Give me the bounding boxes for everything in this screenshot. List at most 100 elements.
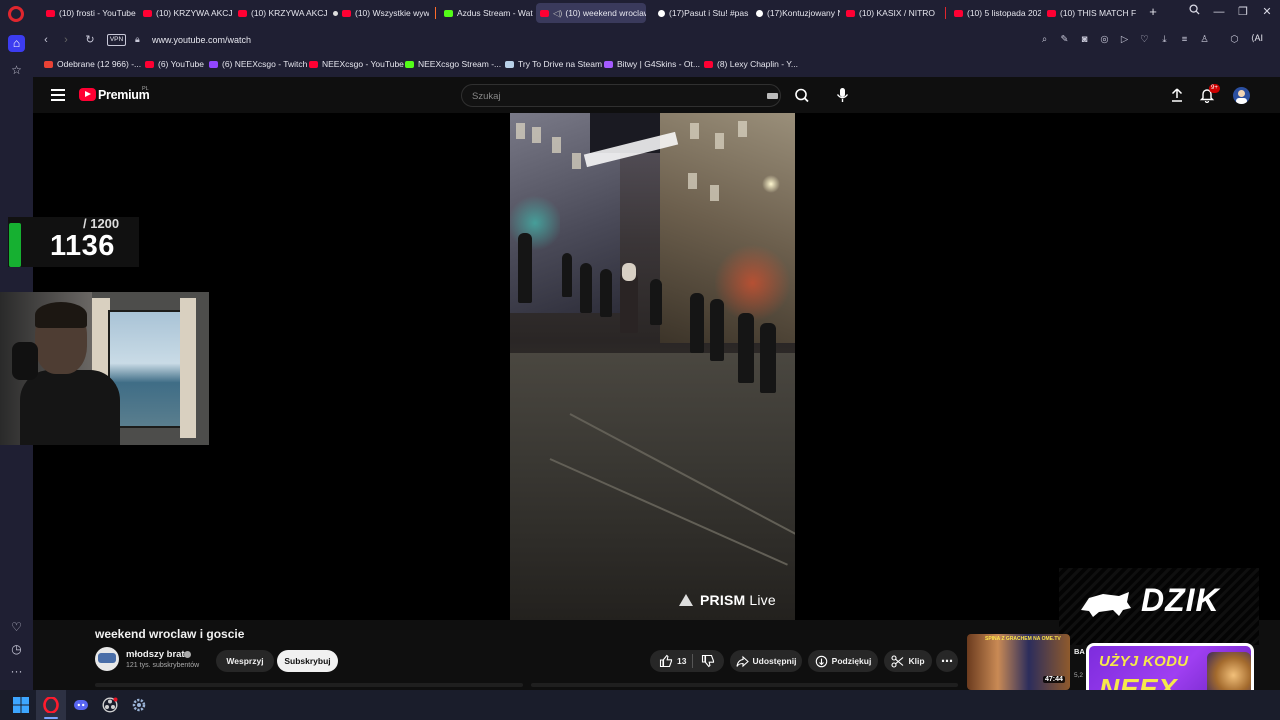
keyboard-icon[interactable]: [767, 93, 778, 99]
youtube-icon: [143, 9, 152, 17]
shield-icon[interactable]: ◎: [1098, 33, 1111, 46]
bookmark-item[interactable]: (6) NEEXcsgo - Twitch: [209, 59, 307, 69]
opera-taskbar-icon[interactable]: [43, 696, 59, 714]
video-frame[interactable]: PRISM Live: [510, 113, 795, 620]
maximize-icon[interactable]: ❐: [1233, 4, 1253, 20]
discord-taskbar-icon[interactable]: [73, 697, 89, 713]
heart-icon[interactable]: ♡: [1138, 33, 1151, 46]
back-arrow-icon[interactable]: ‹: [38, 32, 54, 48]
browser-tab[interactable]: (10) KRZYWA AKCJA: [139, 3, 232, 23]
camera-icon[interactable]: ◙: [1078, 33, 1091, 46]
steam-icon: [505, 60, 514, 68]
browser-tab[interactable]: (10) 5 listopada 2025: [950, 3, 1041, 23]
video-dancer: [622, 263, 636, 281]
history-clock-icon[interactable]: ◷: [8, 641, 25, 658]
bookmark-item[interactable]: Try To Drive na Steam: [505, 59, 602, 69]
recommended-video-title[interactable]: BA: [1074, 647, 1085, 656]
account-avatar[interactable]: [1233, 87, 1250, 104]
bookmark-item[interactable]: Bitwy | G4Skins - Ot...: [604, 59, 700, 69]
home-icon[interactable]: ⌂: [8, 35, 25, 52]
extension-cube-icon[interactable]: ⬡: [1228, 33, 1241, 46]
thumbs-down-icon[interactable]: [701, 654, 715, 668]
share-button[interactable]: Udostępnij: [730, 650, 802, 672]
vpn-badge[interactable]: VPN: [107, 34, 126, 46]
scissors-icon: [891, 654, 904, 668]
tab-bar: (10) frosti - YouTube (10) KRZYWA AKCJA …: [0, 0, 1280, 27]
video-title: weekend wroclaw i goscie: [95, 627, 245, 641]
tab-search-icon[interactable]: [1184, 4, 1204, 20]
play-icon[interactable]: ▷: [1118, 33, 1131, 46]
hamburger-menu-icon[interactable]: [51, 89, 65, 101]
star-icon[interactable]: ☆: [8, 62, 25, 79]
forward-arrow-icon[interactable]: ›: [58, 32, 74, 48]
video-pavement: [510, 353, 795, 620]
subscriber-count: 121 tys. subskrybentów: [126, 662, 200, 669]
browser-tab[interactable]: (10) frosti - YouTube: [42, 3, 138, 23]
search-icon[interactable]: ⌕: [1038, 33, 1051, 46]
video-window: [690, 123, 699, 139]
reload-icon[interactable]: ↻: [82, 32, 98, 48]
youtube-logo-icon[interactable]: [79, 88, 96, 101]
browser-tab[interactable]: (17)Pasut i Stu! #pas: [654, 3, 750, 23]
support-button[interactable]: Wesprzyj: [216, 650, 274, 672]
bookmark-item[interactable]: (8) Lexy Chaplin - Y...: [704, 59, 798, 69]
bookmark-item[interactable]: NEEXcsgo Stream -...: [405, 59, 501, 69]
browser-tab[interactable]: (10) KRZYWA AKCJA: [234, 3, 327, 23]
menu-lines-icon[interactable]: ≡: [1178, 33, 1191, 46]
edit-icon[interactable]: ✎: [1058, 33, 1071, 46]
bookmark-item[interactable]: (6) YouTube: [145, 59, 204, 69]
clip-button[interactable]: Klip: [884, 650, 932, 672]
video-person: [650, 279, 662, 325]
obs-taskbar-icon[interactable]: [102, 697, 118, 713]
search-box[interactable]: [461, 84, 781, 107]
video-person: [760, 323, 776, 393]
windows-start-icon[interactable]: [13, 697, 29, 713]
video-player[interactable]: PRISM Live / 1200 1136 DZIK: [0, 113, 1280, 645]
youtube-icon: [704, 60, 713, 68]
heart-icon[interactable]: ♡: [8, 619, 25, 636]
browser-tab[interactable]: (10) Wszystkie wywia: [329, 3, 429, 23]
boar-logo-icon: [1081, 592, 1131, 617]
youtube-icon: [46, 9, 55, 17]
youtube-icon: [1047, 9, 1056, 17]
download-icon[interactable]: ⤓: [1158, 33, 1171, 46]
browser-tab[interactable]: Azdus Stream - Watc: [440, 3, 533, 23]
search-input[interactable]: [472, 89, 752, 103]
more-actions-icon[interactable]: ⋯: [936, 650, 958, 672]
audio-dot-icon: [333, 10, 338, 16]
thanks-button[interactable]: Podziękuj: [808, 650, 878, 672]
voice-search-button[interactable]: [830, 84, 854, 107]
description-box-edge: [95, 683, 523, 687]
close-window-icon[interactable]: ✕: [1257, 4, 1277, 20]
browser-tab[interactable]: (17)Kontuzjowany Ni: [752, 3, 840, 23]
subscribe-button[interactable]: Subskrybuj: [277, 650, 338, 672]
aria-ai-button[interactable]: ⟨AI: [1251, 33, 1263, 44]
opera-logo-icon[interactable]: [8, 6, 24, 22]
profile-icon[interactable]: ♙: [1198, 33, 1211, 46]
upload-icon[interactable]: [1169, 87, 1185, 103]
settings-gear-icon[interactable]: [131, 697, 147, 713]
gmail-icon: [44, 60, 53, 68]
bookmark-item[interactable]: Odebrane (12 966) -...: [44, 59, 141, 69]
like-dislike-bar[interactable]: 13: [650, 650, 724, 672]
browser-tab[interactable]: (10) THIS MATCH FE: [1043, 3, 1136, 23]
channel-avatar[interactable]: [95, 647, 119, 671]
video-street-lamp: [762, 175, 780, 193]
thumbs-up-icon[interactable]: [659, 654, 673, 668]
counter-value: 1136: [50, 230, 115, 262]
speaker-icon[interactable]: ◁): [553, 8, 562, 19]
more-dots-icon[interactable]: ···: [8, 663, 25, 680]
minimize-icon[interactable]: —: [1209, 4, 1229, 20]
g4skins-icon: [604, 60, 613, 68]
channel-name[interactable]: młodszy brat: [126, 649, 185, 660]
browser-tab-active[interactable]: ◁) (10) weekend wroclaw: [536, 3, 646, 23]
region-code: PL: [142, 86, 149, 92]
youtube-page: Premium PL 9+: [0, 77, 1280, 715]
search-button[interactable]: [787, 84, 817, 107]
browser-tab[interactable]: (10) KASIX / NITRO H: [842, 3, 935, 23]
new-tab-plus-icon[interactable]: +: [1146, 4, 1160, 20]
url-field[interactable]: www.youtube.com/watch: [152, 35, 251, 45]
lock-icon[interactable]: 🔒︎: [135, 34, 140, 45]
bookmark-item[interactable]: NEEXcsgo - YouTube: [309, 59, 404, 69]
counter-progress-bar: [9, 223, 21, 267]
